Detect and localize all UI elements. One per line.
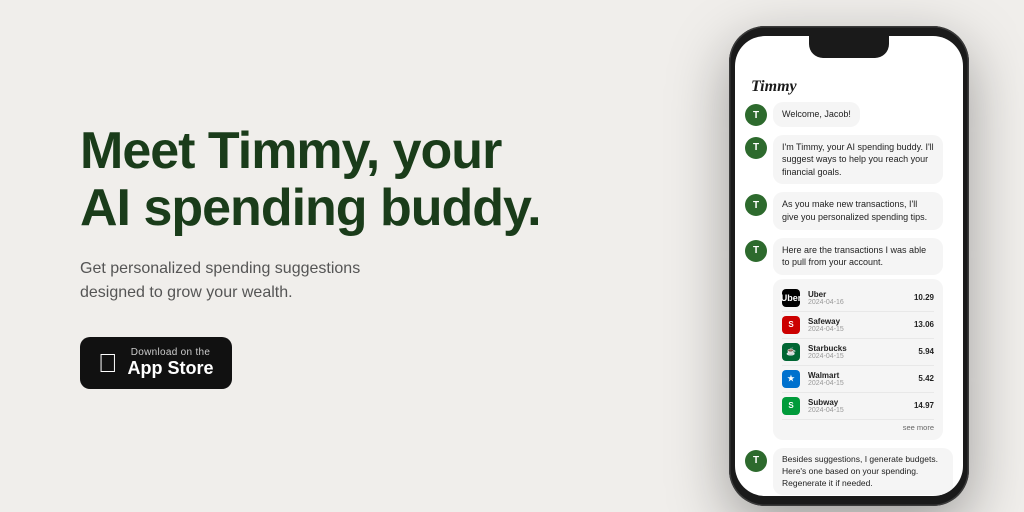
safeway-date: 2024-04-15 <box>808 326 906 333</box>
chat-bubble-2: I'm Timmy, your AI spending buddy. I'll … <box>773 135 943 185</box>
subtitle: Get personalized spending suggestions de… <box>80 257 400 305</box>
see-more-label[interactable]: see more <box>782 420 934 434</box>
chat-row-2: T I'm Timmy, your AI spending buddy. I'l… <box>745 135 953 185</box>
phone-mockup: Timmy T Welcome, Jacob! T I'm Timmy, you… <box>729 26 969 506</box>
walmart-date: 2024-04-15 <box>808 380 910 387</box>
timmy-avatar-4: T <box>745 240 767 262</box>
chat-row-1: T Welcome, Jacob! <box>745 102 953 127</box>
safeway-info: Safeway 2024-04-15 <box>804 317 910 333</box>
starbucks-name: Starbucks <box>808 344 910 353</box>
chat-bubble-3: As you make new transactions, I'll give … <box>773 192 943 229</box>
starbucks-date: 2024-04-15 <box>808 353 910 360</box>
headline-line2: AI spending buddy. <box>80 179 541 237</box>
table-row: Uber Uber 2024-04-16 10.29 <box>782 285 934 312</box>
table-row: S Safeway 2024-04-15 13.06 <box>782 312 934 339</box>
phone-screen: Timmy T Welcome, Jacob! T I'm Timmy, you… <box>735 36 963 496</box>
table-row: ☕ Starbucks 2024-04-15 5.94 <box>782 339 934 366</box>
chat-bubble-4: Here are the transactions I was able to … <box>773 238 943 275</box>
chat-container: T Welcome, Jacob! T I'm Timmy, your AI s… <box>735 102 963 495</box>
budget-bubble: Besides suggestions, I generate budgets.… <box>773 448 953 496</box>
timmy-avatar-5: T <box>745 450 767 472</box>
uber-amount: 10.29 <box>914 293 934 302</box>
subway-icon: S <box>782 397 800 415</box>
app-store-label: App Store <box>128 358 214 380</box>
chat-row-3: T As you make new transactions, I'll giv… <box>745 192 953 229</box>
starbucks-amount: 5.94 <box>918 347 934 356</box>
app-store-button[interactable]:  Download on the App Store <box>80 337 232 390</box>
apple-icon:  <box>98 350 118 376</box>
table-row: ★ Walmart 2024-04-15 5.42 <box>782 366 934 393</box>
uber-date: 2024-04-16 <box>808 299 906 306</box>
timmy-avatar-1: T <box>745 104 767 126</box>
right-section: Timmy T Welcome, Jacob! T I'm Timmy, you… <box>704 0 1024 512</box>
chat-row-4: T Here are the transactions I was able t… <box>745 238 953 440</box>
headline-line1: Meet Timmy, your <box>80 122 501 180</box>
walmart-icon: ★ <box>782 370 800 388</box>
safeway-name: Safeway <box>808 317 906 326</box>
transactions-card: Uber Uber 2024-04-16 10.29 S <box>773 279 943 440</box>
uber-info: Uber 2024-04-16 <box>804 290 910 306</box>
walmart-info: Walmart 2024-04-15 <box>804 371 914 387</box>
uber-icon: Uber <box>782 289 800 307</box>
table-row: S Subway 2024-04-15 14.97 <box>782 393 934 420</box>
subway-amount: 14.97 <box>914 401 934 410</box>
app-title: Timmy <box>735 70 963 102</box>
chat-row-5: T Besides suggestions, I generate budget… <box>745 448 953 496</box>
starbucks-icon: ☕ <box>782 343 800 361</box>
chat-bubble-1: Welcome, Jacob! <box>773 102 860 127</box>
button-text: Download on the App Store <box>128 347 214 380</box>
timmy-avatar-2: T <box>745 137 767 159</box>
subway-date: 2024-04-15 <box>808 407 906 414</box>
subway-name: Subway <box>808 398 906 407</box>
download-label: Download on the <box>128 347 214 358</box>
left-section: Meet Timmy, your AI spending buddy. Get … <box>0 63 704 450</box>
safeway-amount: 13.06 <box>914 320 934 329</box>
headline: Meet Timmy, your AI spending buddy. <box>80 123 644 237</box>
walmart-amount: 5.42 <box>918 374 934 383</box>
walmart-name: Walmart <box>808 371 910 380</box>
timmy-avatar-3: T <box>745 194 767 216</box>
safeway-icon: S <box>782 316 800 334</box>
starbucks-info: Starbucks 2024-04-15 <box>804 344 914 360</box>
phone-notch <box>809 36 889 58</box>
uber-name: Uber <box>808 290 906 299</box>
subway-info: Subway 2024-04-15 <box>804 398 910 414</box>
screen-content: Timmy T Welcome, Jacob! T I'm Timmy, you… <box>735 36 963 496</box>
